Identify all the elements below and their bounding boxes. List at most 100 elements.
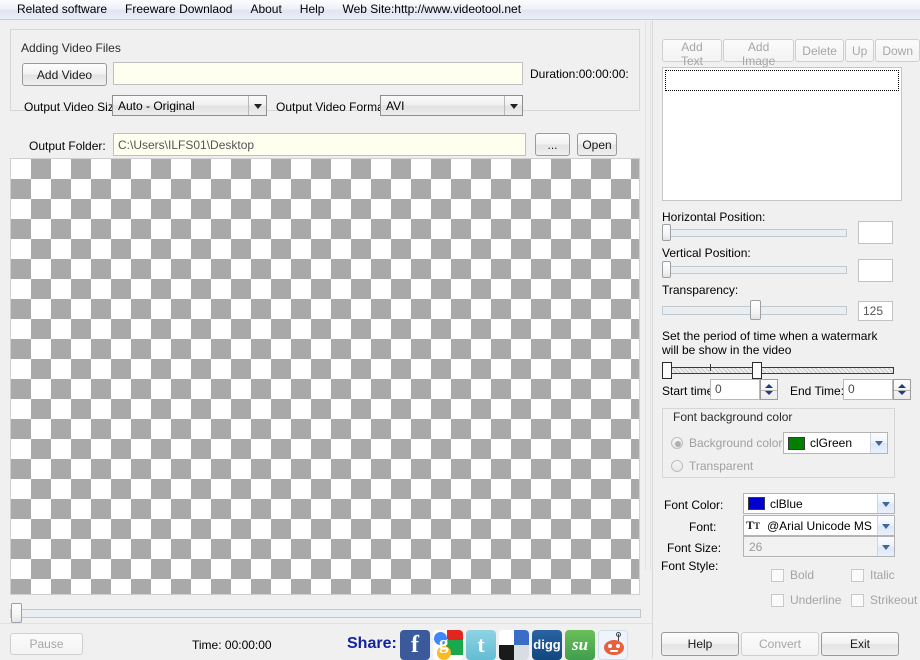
output-video-format-select[interactable]: AVI xyxy=(380,95,523,116)
video-seek-slider[interactable] xyxy=(10,603,641,623)
menu-item-about[interactable]: About xyxy=(241,0,290,19)
convert-button[interactable]: Convert xyxy=(741,632,819,656)
add-text-button[interactable]: Add Text xyxy=(662,39,722,62)
background-color-swatch xyxy=(788,437,805,450)
video-preview-area[interactable] xyxy=(10,158,640,595)
watermark-list-focus-row[interactable] xyxy=(665,70,899,91)
move-up-button[interactable]: Up xyxy=(845,39,874,62)
transparency-value[interactable]: 125 xyxy=(858,301,893,321)
radio-transparent-label: Transparent xyxy=(689,459,753,473)
watermark-list[interactable] xyxy=(662,67,902,201)
add-image-button[interactable]: Add Image xyxy=(723,39,794,62)
checkbox-box-icon xyxy=(851,569,864,582)
radio-transparent[interactable]: Transparent xyxy=(671,459,753,473)
seek-slider-track[interactable] xyxy=(10,609,641,618)
checkbox-italic[interactable]: Italic xyxy=(851,568,895,582)
chevron-down-icon[interactable] xyxy=(877,537,894,556)
add-video-button[interactable]: Add Video xyxy=(22,63,107,86)
vertical-position-value[interactable] xyxy=(858,259,893,282)
transparency-thumb[interactable] xyxy=(750,300,761,320)
output-video-size-select[interactable]: Auto - Original xyxy=(112,95,267,116)
horizontal-position-slider[interactable] xyxy=(662,224,847,242)
video-path-input[interactable] xyxy=(113,62,523,85)
chevron-down-icon[interactable] xyxy=(248,96,266,115)
vertical-position-track[interactable] xyxy=(662,266,847,274)
checkbox-underline-label: Underline xyxy=(790,593,841,607)
period-range-track[interactable] xyxy=(662,367,894,374)
font-label: Font: xyxy=(689,520,716,534)
watermark-toolbar: Add Text Add Image Delete Up Down xyxy=(662,39,920,62)
pause-button[interactable]: Pause xyxy=(10,633,83,655)
reddit-icon[interactable] xyxy=(598,630,628,660)
duration-label: Duration:00:00:00: xyxy=(530,67,629,81)
watermark-period-description: Set the period of time when a watermark … xyxy=(662,329,895,357)
stumbleupon-glyph: su xyxy=(572,635,588,654)
output-folder-input[interactable] xyxy=(113,133,526,156)
period-range-start-thumb[interactable] xyxy=(662,362,672,379)
left-pane: Adding Video Files Add Video Duration:00… xyxy=(0,20,652,658)
menu-item-help[interactable]: Help xyxy=(291,0,334,19)
transparency-slider[interactable] xyxy=(662,299,847,321)
output-video-format-label: Output Video Format: xyxy=(276,100,391,114)
font-color-select[interactable]: clBlue xyxy=(743,493,895,514)
twitter-icon[interactable]: t xyxy=(466,630,496,660)
end-time-input[interactable]: 0 xyxy=(843,379,893,400)
delete-button[interactable]: Delete xyxy=(795,39,844,62)
digg-icon[interactable]: digg xyxy=(532,630,562,660)
chevron-down-icon[interactable] xyxy=(877,516,894,535)
menu-item-website[interactable]: Web Site:http://www.videotool.net xyxy=(333,0,530,19)
checkbox-strikeout-label: Strikeout xyxy=(870,593,917,607)
menu-item-freeware-download[interactable]: Freeware Downlaod xyxy=(116,0,241,19)
font-background-color-title: Font background color xyxy=(670,410,795,424)
background-color-select[interactable]: clGreen xyxy=(783,432,888,454)
time-label: Time: 00:00:00 xyxy=(192,638,272,652)
open-folder-button[interactable]: Open xyxy=(577,133,617,156)
checkbox-italic-label: Italic xyxy=(870,568,895,582)
checkbox-underline[interactable]: Underline xyxy=(771,593,841,607)
horizontal-position-thumb[interactable] xyxy=(662,224,671,241)
font-size-select[interactable]: 26 xyxy=(743,536,895,557)
facebook-icon[interactable]: f xyxy=(400,630,430,660)
font-color-value: clBlue xyxy=(765,498,877,510)
transparency-label: Transparency: xyxy=(662,283,738,297)
application-window: Related software Freeware Downlaod About… xyxy=(0,0,920,658)
seek-slider-thumb[interactable] xyxy=(11,603,22,623)
checkbox-box-icon xyxy=(771,594,784,607)
background-color-value: clGreen xyxy=(805,437,870,449)
start-time-input[interactable]: 0 xyxy=(710,379,760,400)
stumbleupon-icon[interactable]: su xyxy=(565,630,595,660)
horizontal-position-track[interactable] xyxy=(662,229,847,237)
vertical-position-thumb[interactable] xyxy=(662,261,671,278)
chevron-down-icon[interactable] xyxy=(877,494,894,513)
period-range-end-thumb[interactable] xyxy=(752,362,762,379)
horizontal-position-label: Horizontal Position: xyxy=(662,210,765,224)
pane-splitter[interactable] xyxy=(645,22,651,570)
adding-video-files-title: Adding Video Files xyxy=(18,41,124,55)
period-range-tick xyxy=(710,364,711,371)
start-time-stepper[interactable] xyxy=(760,379,778,400)
checkbox-box-icon xyxy=(771,569,784,582)
watermark-period-range-slider[interactable] xyxy=(662,358,894,378)
start-time-label: Start time: xyxy=(662,384,717,398)
checkbox-strikeout[interactable]: Strikeout xyxy=(851,593,917,607)
google-icon[interactable]: g xyxy=(433,630,463,660)
end-time-label: End Time: xyxy=(790,384,844,398)
chevron-down-icon[interactable] xyxy=(504,96,522,115)
output-folder-label: Output Folder: xyxy=(29,139,106,153)
menu-item-related-software[interactable]: Related software xyxy=(8,0,116,19)
horizontal-position-value[interactable] xyxy=(858,221,893,244)
radio-background-color[interactable]: Background color xyxy=(671,436,782,450)
font-color-label: Font Color: xyxy=(664,498,723,512)
output-video-size-label: Output Video Size: xyxy=(24,100,124,114)
font-family-select[interactable]: TT @Arial Unicode MS xyxy=(743,515,895,536)
delicious-icon[interactable] xyxy=(499,630,529,660)
help-button[interactable]: Help xyxy=(661,632,739,656)
move-down-button[interactable]: Down xyxy=(875,39,920,62)
menu-bar: Related software Freeware Downlaod About… xyxy=(0,0,920,20)
checkbox-bold[interactable]: Bold xyxy=(771,568,814,582)
browse-folder-button[interactable]: ... xyxy=(535,133,570,156)
vertical-position-slider[interactable] xyxy=(662,261,847,279)
end-time-stepper[interactable] xyxy=(893,379,911,400)
exit-button[interactable]: Exit xyxy=(821,632,899,656)
chevron-down-icon[interactable] xyxy=(870,433,887,453)
